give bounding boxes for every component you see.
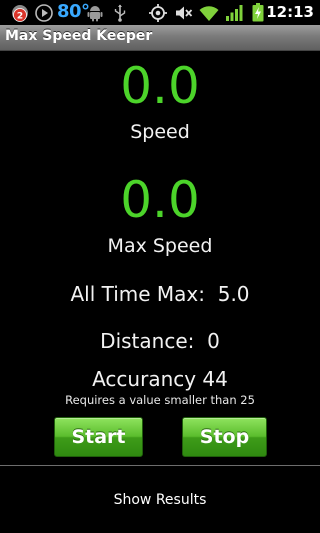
all-time-max-text: All Time Max: 5.0: [70, 282, 250, 306]
stop-button[interactable]: Stop: [182, 417, 267, 457]
signal-icon: [225, 3, 243, 22]
app-screen: 2 80° 12:13 Max Speed Keeper 0.0 Speed 0…: [0, 0, 320, 533]
play-icon: [35, 3, 53, 22]
notification-count: 2: [17, 11, 23, 21]
usb-icon: [113, 3, 127, 22]
temperature-readout: 80°: [57, 1, 90, 22]
max-speed-value: 0.0: [120, 171, 200, 229]
speed-label: Speed: [130, 121, 190, 143]
battery-charging-icon: [251, 3, 265, 22]
speed-value: 0.0: [120, 57, 200, 115]
android-icon: [87, 3, 103, 22]
mute-icon: [175, 3, 193, 22]
gps-icon: [148, 3, 168, 22]
accuracy-text: Accurancy 44: [92, 367, 228, 391]
status-clock: 12:13: [266, 3, 314, 21]
distance-text: Distance: 0: [100, 329, 220, 353]
status-bar: 2 80° 12:13: [0, 0, 320, 25]
notification-badge-icon[interactable]: 2: [10, 3, 30, 22]
app-title: Max Speed Keeper: [5, 28, 153, 44]
wifi-icon: [199, 3, 219, 22]
accuracy-hint: Requires a value smaller than 25: [65, 393, 255, 407]
max-speed-label: Max Speed: [107, 235, 213, 257]
show-results-label: Show Results: [113, 491, 207, 508]
show-results-button[interactable]: Show Results: [0, 466, 320, 533]
app-title-bar: Max Speed Keeper: [0, 25, 320, 51]
start-button[interactable]: Start: [54, 417, 143, 457]
